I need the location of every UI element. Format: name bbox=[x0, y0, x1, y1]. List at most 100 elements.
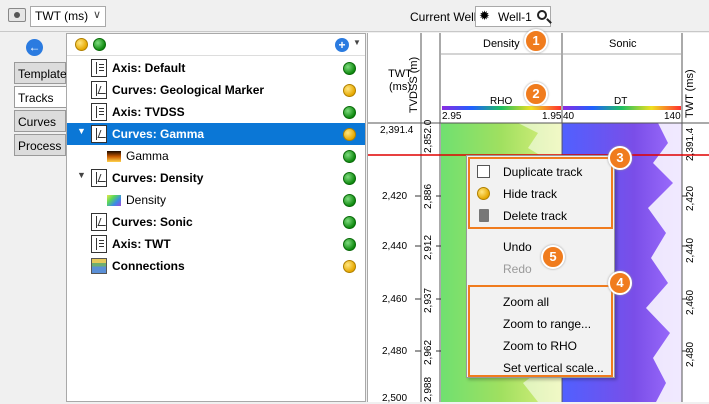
tvdss-tick-label: 2,852.0 bbox=[423, 119, 434, 153]
twt-right-tick-label: 2,391.4 bbox=[685, 127, 696, 161]
menu-item-label: Redo bbox=[503, 262, 532, 276]
dt-scale-max: 140 bbox=[664, 111, 681, 122]
well-selector[interactable]: ✹ Well-1 bbox=[475, 6, 551, 27]
tvdss-tick-label: 2,962 bbox=[423, 339, 434, 365]
green-status-icon[interactable] bbox=[343, 62, 356, 75]
yellow-status-icon[interactable] bbox=[75, 38, 88, 51]
back-arrow-icon[interactable]: ← bbox=[26, 39, 43, 56]
axis-icon bbox=[91, 59, 107, 77]
tvdss-axis-header: TVDSS (m) bbox=[408, 56, 420, 113]
axis-icon bbox=[91, 103, 107, 121]
rho-scale-min: 2.95 bbox=[442, 111, 462, 122]
yellow-status-icon[interactable] bbox=[343, 260, 356, 273]
highlight-track-actions bbox=[468, 157, 613, 229]
tvdss-tick-label: 2,886 bbox=[423, 183, 434, 209]
well-symbol-icon: ✹ bbox=[479, 8, 490, 23]
rho-curve-label: RHO bbox=[490, 96, 513, 107]
green-status-icon[interactable] bbox=[343, 106, 356, 119]
green-status-icon[interactable] bbox=[343, 150, 356, 163]
tree-item-curves-density[interactable]: ▼ Curves: Density bbox=[67, 167, 365, 189]
curves-track-icon bbox=[91, 213, 107, 231]
tree-item-geological-marker[interactable]: Curves: Geological Marker bbox=[67, 79, 365, 101]
yellow-status-icon[interactable] bbox=[343, 84, 356, 97]
green-status-icon[interactable] bbox=[343, 172, 356, 185]
twt-right-tick-label: 2,460 bbox=[685, 289, 696, 315]
green-status-icon[interactable] bbox=[343, 238, 356, 251]
tvdss-tick-label: 2,937 bbox=[423, 287, 434, 313]
twt-right-axis-header: TWT (ms) bbox=[684, 69, 696, 118]
curves-track-icon bbox=[91, 125, 107, 143]
green-status-icon[interactable] bbox=[93, 38, 106, 51]
twt-tick-label: 2,440 bbox=[382, 241, 408, 252]
tab-tracks[interactable]: Tracks bbox=[14, 86, 68, 108]
tree-item-label: Axis: Default bbox=[112, 61, 186, 75]
tracks-tree-panel: + ▼ Axis: Default Curves: Geological Mar… bbox=[66, 33, 366, 402]
expand-arrow-icon[interactable]: ▼ bbox=[77, 170, 86, 180]
curves-track-icon bbox=[91, 81, 107, 99]
tree-item-label: Curves: Density bbox=[112, 171, 204, 185]
well-name: Well-1 bbox=[498, 10, 532, 24]
tree-item-label: Density bbox=[126, 193, 167, 207]
tree-item-axis-twt[interactable]: Axis: TWT bbox=[67, 233, 365, 255]
tree-item-label: Curves: Gamma bbox=[112, 127, 205, 141]
tvdss-tick-label: 2,912 bbox=[423, 234, 434, 260]
axis-icon bbox=[91, 235, 107, 253]
callout-badge-1: 1 bbox=[524, 29, 548, 53]
tab-curves[interactable]: Curves bbox=[14, 110, 66, 132]
twt-tick-label: 2,391.4 bbox=[380, 125, 414, 136]
tree-item-axis-tvdss[interactable]: Axis: TVDSS bbox=[67, 101, 365, 123]
dt-curve-label: DT bbox=[614, 96, 628, 107]
twt-right-tick-label: 2,440 bbox=[685, 237, 696, 263]
callout-badge-2: 2 bbox=[524, 82, 548, 106]
unit-dropdown[interactable]: TWT (ms) ∨ bbox=[30, 6, 106, 27]
track-sonic-title[interactable]: Sonic bbox=[609, 38, 637, 50]
tab-process[interactable]: Process bbox=[14, 134, 66, 156]
connections-icon bbox=[91, 258, 107, 274]
tree-item-density[interactable]: Density bbox=[67, 189, 365, 211]
tree-item-gamma[interactable]: Gamma bbox=[67, 145, 365, 167]
add-icon[interactable]: + bbox=[335, 38, 349, 52]
tree-item-label: Gamma bbox=[126, 149, 169, 163]
menu-item-redo[interactable]: Redo bbox=[467, 258, 614, 280]
tree-item-curves-sonic[interactable]: Curves: Sonic bbox=[67, 211, 365, 233]
yellow-status-icon[interactable] bbox=[343, 128, 356, 141]
twt-right-tick-label: 2,480 bbox=[685, 341, 696, 367]
twt-right-tick-label: 2,420 bbox=[685, 185, 696, 211]
curves-track-icon bbox=[91, 169, 107, 187]
tree-item-curves-gamma[interactable]: ▼ Curves: Gamma bbox=[67, 123, 365, 145]
tree-item-label: Axis: TWT bbox=[112, 237, 171, 251]
menu-item-label: Undo bbox=[503, 240, 532, 254]
chevron-down-icon[interactable]: ▼ bbox=[353, 38, 361, 47]
tree-item-label: Curves: Sonic bbox=[112, 215, 193, 229]
callout-badge-4: 4 bbox=[608, 271, 632, 295]
toolbar bbox=[0, 0, 709, 32]
tree-item-label: Connections bbox=[112, 259, 185, 273]
camera-icon[interactable] bbox=[8, 8, 26, 22]
highlight-zoom-actions bbox=[468, 285, 613, 377]
search-icon[interactable] bbox=[537, 10, 547, 20]
twt-tick-label: 2,500 bbox=[382, 393, 408, 404]
density-colormap-icon bbox=[107, 195, 121, 206]
track-density-title[interactable]: Density bbox=[483, 38, 520, 50]
dt-scale-min: 40 bbox=[563, 111, 575, 122]
callout-badge-5: 5 bbox=[541, 245, 565, 269]
expand-arrow-icon[interactable]: ▼ bbox=[77, 126, 86, 136]
twt-tick-label: 2,480 bbox=[382, 346, 408, 357]
current-well-label: Current Well bbox=[410, 10, 477, 24]
tree-item-label: Axis: TVDSS bbox=[112, 105, 185, 119]
green-status-icon[interactable] bbox=[343, 194, 356, 207]
tree-item-label: Curves: Geological Marker bbox=[112, 83, 265, 97]
tab-template[interactable]: Template bbox=[14, 62, 67, 84]
unit-dropdown-value: TWT (ms) bbox=[35, 9, 89, 23]
callout-badge-3: 3 bbox=[608, 146, 632, 170]
twt-tick-label: 2,420 bbox=[382, 191, 408, 202]
green-status-icon[interactable] bbox=[343, 216, 356, 229]
chevron-down-icon: ∨ bbox=[92, 9, 101, 21]
twt-tick-label: 2,460 bbox=[382, 294, 408, 305]
tvdss-tick-label: 2,988 bbox=[423, 376, 434, 402]
tree-item-axis-default[interactable]: Axis: Default bbox=[67, 57, 365, 79]
tree-item-connections[interactable]: Connections bbox=[67, 255, 365, 277]
gamma-colormap-icon bbox=[107, 151, 121, 162]
tree-header: + ▼ bbox=[67, 34, 365, 56]
rho-scale-max: 1.95 bbox=[542, 111, 562, 122]
